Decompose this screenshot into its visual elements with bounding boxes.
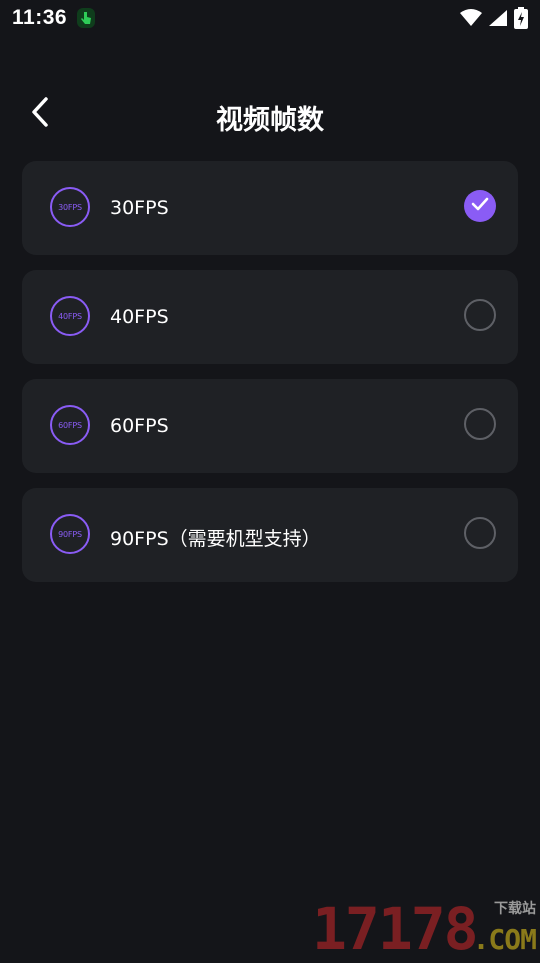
fps-badge-icon: 30FPS (50, 187, 90, 227)
watermark-digits: 17178 (312, 900, 477, 958)
watermark-domain: .COM (473, 923, 536, 956)
option-label: 40FPS (110, 306, 169, 328)
fps-option-40[interactable]: 40FPS 40FPS (22, 270, 518, 364)
wifi-icon (460, 9, 482, 32)
fps-badge-icon: 40FPS (50, 296, 90, 336)
fps-option-90[interactable]: 90FPS 90FPS（需要机型支持） (22, 488, 518, 582)
fps-badge-icon: 60FPS (50, 405, 90, 445)
option-label: 90FPS（需要机型支持） (110, 524, 321, 551)
fps-option-60[interactable]: 60FPS 60FPS (22, 379, 518, 473)
signal-icon (488, 9, 508, 32)
header: 视频帧数 (0, 86, 540, 142)
fps-option-list: 30FPS 30FPS 40FPS 40FPS 60FPS 60FPS 90FP… (22, 161, 518, 597)
status-bar: 11:36 (0, 0, 540, 36)
radio-unchecked[interactable] (464, 408, 496, 440)
option-label: 60FPS (110, 415, 169, 437)
battery-charging-icon (514, 7, 528, 34)
fps-badge-icon: 90FPS (50, 514, 90, 554)
radio-unchecked[interactable] (464, 299, 496, 331)
fps-option-30[interactable]: 30FPS 30FPS (22, 161, 518, 255)
page-title: 视频帧数 (0, 98, 540, 137)
radio-checked[interactable] (464, 190, 496, 222)
radio-unchecked[interactable] (464, 517, 496, 549)
option-label: 30FPS (110, 197, 169, 219)
check-icon (471, 197, 489, 216)
status-icons (460, 7, 528, 34)
app-notification-icon (76, 7, 96, 29)
watermark-logo: 17178 下载站 .COM (312, 898, 536, 958)
watermark-site: 下载站 (494, 898, 536, 918)
status-time: 11:36 (12, 6, 67, 30)
